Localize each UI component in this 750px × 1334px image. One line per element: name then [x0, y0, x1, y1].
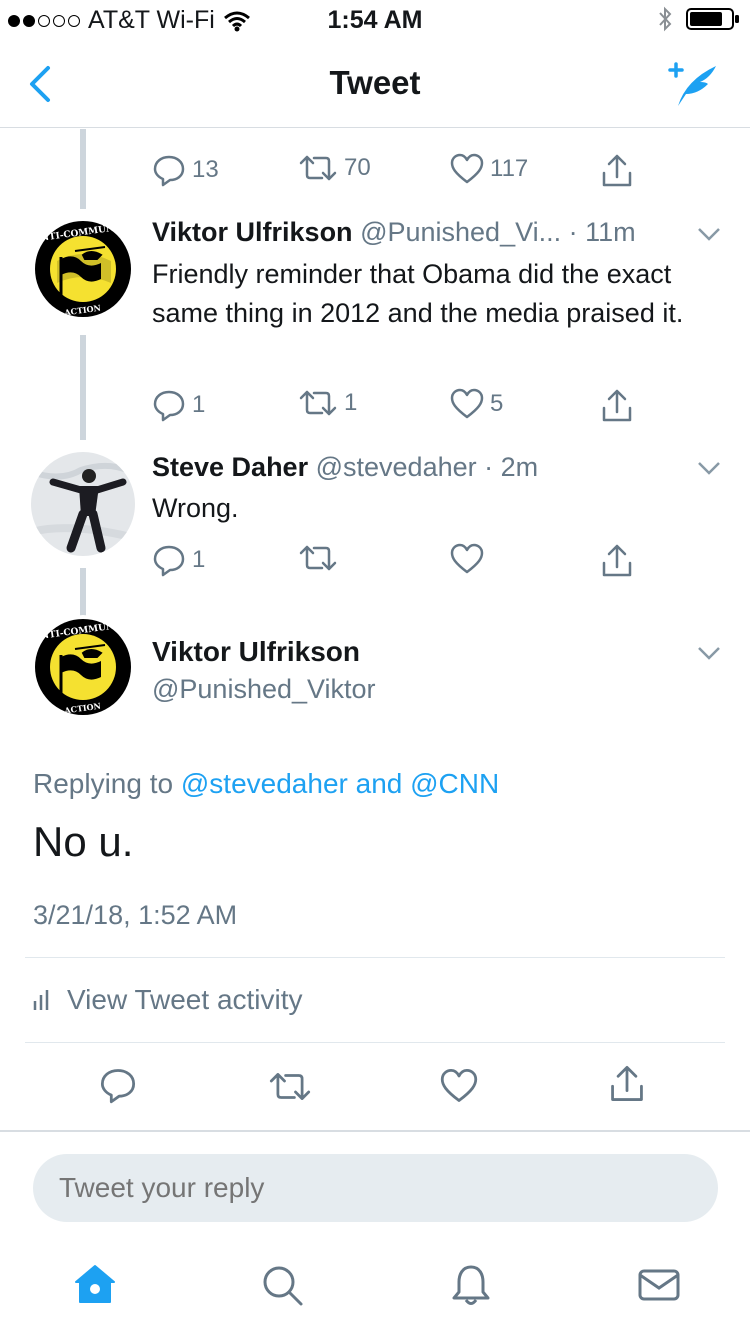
author-name[interactable]: Viktor Ulfrikson: [152, 636, 360, 668]
activity-label: View Tweet activity: [67, 984, 303, 1015]
like-icon[interactable]: [440, 1068, 478, 1104]
antifa-logo-avatar: ANTI-COMMUNIST ACTION: [31, 615, 135, 719]
tweet-text: Friendly reminder that Obama did the exa…: [152, 259, 684, 328]
like-icon: [450, 388, 484, 419]
reply-count: 1: [192, 391, 206, 418]
bluetooth-icon: [659, 6, 672, 32]
like-button[interactable]: 117: [450, 153, 528, 185]
author-handle[interactable]: @stevedaher: [316, 452, 477, 482]
view-tweet-activity-link[interactable]: View Tweet activity: [33, 984, 303, 1016]
reply-button[interactable]: 1: [152, 388, 205, 422]
snow-angel-photo: [31, 452, 135, 556]
replying-to-link[interactable]: @stevedaher and @CNN: [181, 768, 499, 799]
share-icon: [602, 544, 632, 577]
reply-button[interactable]: 1: [152, 543, 205, 577]
navigation-bar: Tweet: [0, 40, 750, 128]
search-icon[interactable]: [259, 1262, 305, 1308]
reply-count: 13: [192, 156, 219, 183]
avatar[interactable]: ANTI-COMMUNIST ACTION: [31, 615, 135, 719]
main-tweet-actions: [0, 1064, 750, 1114]
thread-line: [80, 129, 86, 209]
share-icon[interactable]: [608, 1064, 646, 1104]
author-name[interactable]: Viktor Ulfrikson: [152, 217, 353, 247]
divider: [25, 957, 725, 958]
retweet-button[interactable]: [298, 543, 338, 573]
reply-input[interactable]: [33, 1154, 718, 1222]
avatar[interactable]: ANTI-COMMUNIST ACTION: [31, 217, 135, 321]
tweet-actions: 13 70 117: [152, 153, 652, 193]
reply-icon: [153, 155, 185, 187]
like-icon: [450, 543, 484, 574]
chevron-down-icon[interactable]: [697, 645, 721, 661]
like-button[interactable]: [450, 543, 484, 575]
tweet-text: No u.: [33, 818, 134, 865]
reply-icon: [153, 390, 185, 422]
reply-composer-bar: [0, 1130, 750, 1334]
share-button[interactable]: [600, 543, 634, 579]
tab-bar: [0, 1250, 750, 1320]
tweet-header: Steve Daher @stevedaher · 2m: [152, 452, 538, 483]
like-count: 5: [490, 390, 504, 417]
avatar[interactable]: [31, 452, 135, 556]
retweet-icon[interactable]: [268, 1070, 312, 1103]
replying-to: Replying to @stevedaher and @CNN: [33, 768, 499, 800]
tweet-timestamp: 3/21/18, 1:52 AM: [33, 900, 238, 930]
share-button[interactable]: [600, 388, 634, 424]
tweet-text: Wrong.: [152, 493, 239, 523]
antifa-logo-avatar: ANTI-COMMUNIST ACTION: [31, 217, 135, 321]
reply-count: 1: [192, 546, 206, 573]
retweet-button[interactable]: 1: [298, 388, 357, 418]
retweet-icon: [299, 545, 337, 571]
retweet-button[interactable]: 70: [298, 153, 371, 183]
divider: [25, 1042, 725, 1043]
share-icon: [602, 389, 632, 422]
thread-line: [80, 335, 86, 440]
author-handle[interactable]: @Punished_Viktor: [152, 674, 376, 705]
reply-icon[interactable]: [99, 1066, 137, 1104]
chevron-down-icon[interactable]: [697, 460, 721, 476]
replying-prefix: Replying to: [33, 768, 181, 799]
reply-button[interactable]: 13: [152, 153, 219, 187]
share-icon: [602, 154, 632, 187]
retweet-count: 1: [344, 389, 358, 416]
retweet-count: 70: [344, 154, 371, 181]
author-name[interactable]: Steve Daher: [152, 452, 308, 482]
like-button[interactable]: 5: [450, 388, 503, 420]
tweet-time: · 11m: [568, 217, 636, 247]
activity-icon: [33, 990, 49, 1010]
clock: 1:54 AM: [327, 6, 423, 34]
compose-icon[interactable]: [664, 60, 720, 110]
retweet-icon: [299, 155, 337, 181]
battery-icon: [686, 8, 739, 30]
page-title: Tweet: [329, 64, 421, 101]
retweet-icon: [299, 390, 337, 416]
status-bar: AT&T Wi-Fi 1:54 AM: [0, 0, 750, 40]
reply-icon: [153, 545, 185, 577]
author-handle[interactable]: @Punished_Vi...: [360, 217, 561, 247]
tweet-time: · 2m: [484, 452, 539, 482]
home-icon[interactable]: [72, 1262, 118, 1308]
like-count: 117: [490, 155, 529, 182]
tweet-actions: 1: [152, 543, 652, 583]
thread-line: [80, 568, 86, 616]
share-button[interactable]: [600, 153, 634, 189]
messages-icon[interactable]: [636, 1262, 682, 1308]
tweet-actions: 1 1 5: [152, 388, 652, 428]
like-icon: [450, 153, 484, 184]
tweet-header: Viktor Ulfrikson @Punished_Vi... · 11m: [152, 217, 636, 248]
chevron-down-icon[interactable]: [697, 226, 721, 242]
notifications-icon[interactable]: [448, 1262, 494, 1308]
